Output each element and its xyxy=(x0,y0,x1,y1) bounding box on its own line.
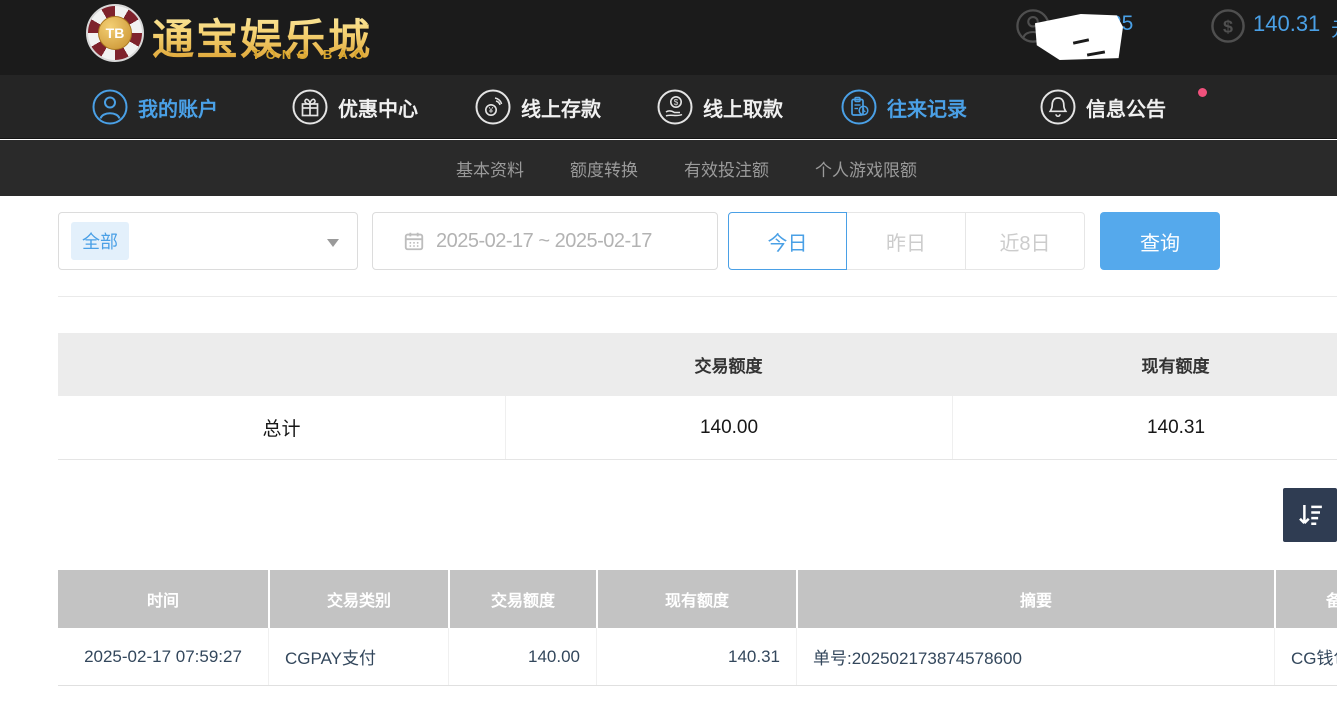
nav-item-announcements[interactable]: 信息公告 xyxy=(1040,75,1166,139)
subnav-item-basic-info[interactable]: 基本资料 xyxy=(456,156,524,181)
record-type: CGPAY支付 xyxy=(268,628,448,685)
summary-header-transaction-amount: 交易额度 xyxy=(505,333,952,396)
records-table-row: 2025-02-17 07:59:27 CGPAY支付 140.00 140.3… xyxy=(58,628,1337,686)
nav-item-promotions[interactable]: 优惠中心 xyxy=(292,75,418,139)
records-header-amount: 交易额度 xyxy=(448,570,596,628)
nav-label: 我的账户 xyxy=(138,93,218,122)
bell-icon xyxy=(1040,89,1076,125)
query-button[interactable]: 查询 xyxy=(1100,212,1220,270)
calendar-icon xyxy=(403,230,425,252)
nav-item-transaction-records[interactable]: 往来记录 xyxy=(841,75,967,139)
svg-text:¥: ¥ xyxy=(488,106,494,115)
records-table-header: 时间 交易类别 交易额度 现有额度 摘要 备注 xyxy=(58,570,1337,628)
records-header-type: 交易类别 xyxy=(268,570,448,628)
nav-item-withdraw[interactable]: $ 线上取款 xyxy=(657,75,783,139)
summary-total-label: 总计 xyxy=(58,396,505,459)
records-icon xyxy=(841,89,877,125)
username-redaction-scribble xyxy=(1035,14,1123,60)
nav-label: 优惠中心 xyxy=(338,93,418,122)
svg-text:$: $ xyxy=(1223,17,1233,37)
date-range-value: 2025-02-17 ~ 2025-02-17 xyxy=(436,230,652,253)
record-time: 2025-02-17 07:59:27 xyxy=(58,628,268,685)
nav-label: 信息公告 xyxy=(1086,93,1166,122)
svg-text:$: $ xyxy=(674,98,679,107)
date-range-input[interactable]: 2025-02-17 ~ 2025-02-17 xyxy=(372,212,718,270)
summary-total-balance: 140.31 xyxy=(952,396,1337,459)
subnav-item-game-limits[interactable]: 个人游戏限额 xyxy=(815,156,917,181)
summary-header-current-balance: 现有额度 xyxy=(952,333,1337,396)
quick-range-group: 今日 昨日 近8日 xyxy=(728,212,1085,270)
records-header-summary: 摘要 xyxy=(796,570,1274,628)
balance-amount: 140.31 xyxy=(1253,11,1320,37)
quick-range-last8days[interactable]: 近8日 xyxy=(966,212,1085,270)
records-header-time: 时间 xyxy=(58,570,268,628)
summary-header-blank xyxy=(58,333,505,396)
nav-item-deposit[interactable]: ¥ 线上存款 xyxy=(475,75,601,139)
balance-unit: 元 xyxy=(1331,13,1337,42)
gift-icon xyxy=(292,89,328,125)
chevron-down-icon xyxy=(327,239,339,247)
main-nav: 我的账户 优惠中心 ¥ 线上存款 $ 线上取款 xyxy=(0,75,1337,139)
record-summary: 单号:202502173874578600 xyxy=(796,628,1274,685)
subnav-item-quota-transfer[interactable]: 额度转换 xyxy=(570,156,638,181)
scribble-mark xyxy=(1073,38,1089,44)
sort-descending-button[interactable] xyxy=(1283,488,1337,542)
announcement-notification-dot xyxy=(1198,88,1207,97)
scribble-mark xyxy=(1087,50,1105,56)
summary-total-row: 总计 140.00 140.31 xyxy=(58,396,1337,460)
transaction-type-select[interactable]: 全部 xyxy=(58,212,358,270)
section-divider xyxy=(58,296,1337,297)
quick-range-yesterday[interactable]: 昨日 xyxy=(847,212,966,270)
record-amount: 140.00 xyxy=(448,628,596,685)
quick-range-today[interactable]: 今日 xyxy=(728,212,847,270)
subnav-item-valid-bets[interactable]: 有效投注额 xyxy=(684,156,769,181)
top-bar: TB 通宝娱乐城 TONG BAO 25 $ 140.31 元 xyxy=(0,0,1337,75)
nav-item-my-account[interactable]: 我的账户 xyxy=(92,75,218,139)
summary-total-amount: 140.00 xyxy=(505,396,952,459)
brand-name-en: TONG BAO xyxy=(252,47,370,62)
brand-chip-label: TB xyxy=(98,16,132,50)
deposit-icon: ¥ xyxy=(475,89,511,125)
brand-chip-logo: TB xyxy=(86,4,144,62)
withdraw-icon: $ xyxy=(657,89,693,125)
records-header-remark: 备注 xyxy=(1274,570,1337,628)
record-balance: 140.31 xyxy=(596,628,796,685)
records-header-balance: 现有额度 xyxy=(596,570,796,628)
nav-label: 线上存款 xyxy=(521,93,601,122)
sub-nav: 基本资料 额度转换 有效投注额 个人游戏限额 xyxy=(0,140,1337,196)
record-remark: CG钱包 xyxy=(1274,628,1337,685)
user-icon xyxy=(92,89,128,125)
summary-table-header: 交易额度 现有额度 xyxy=(58,333,1337,396)
selected-type-tag: 全部 xyxy=(71,222,129,260)
nav-label: 线上取款 xyxy=(703,93,783,122)
sort-descending-icon xyxy=(1295,500,1325,530)
balance-dollar-icon: $ xyxy=(1211,9,1245,43)
nav-label: 往来记录 xyxy=(887,93,967,122)
